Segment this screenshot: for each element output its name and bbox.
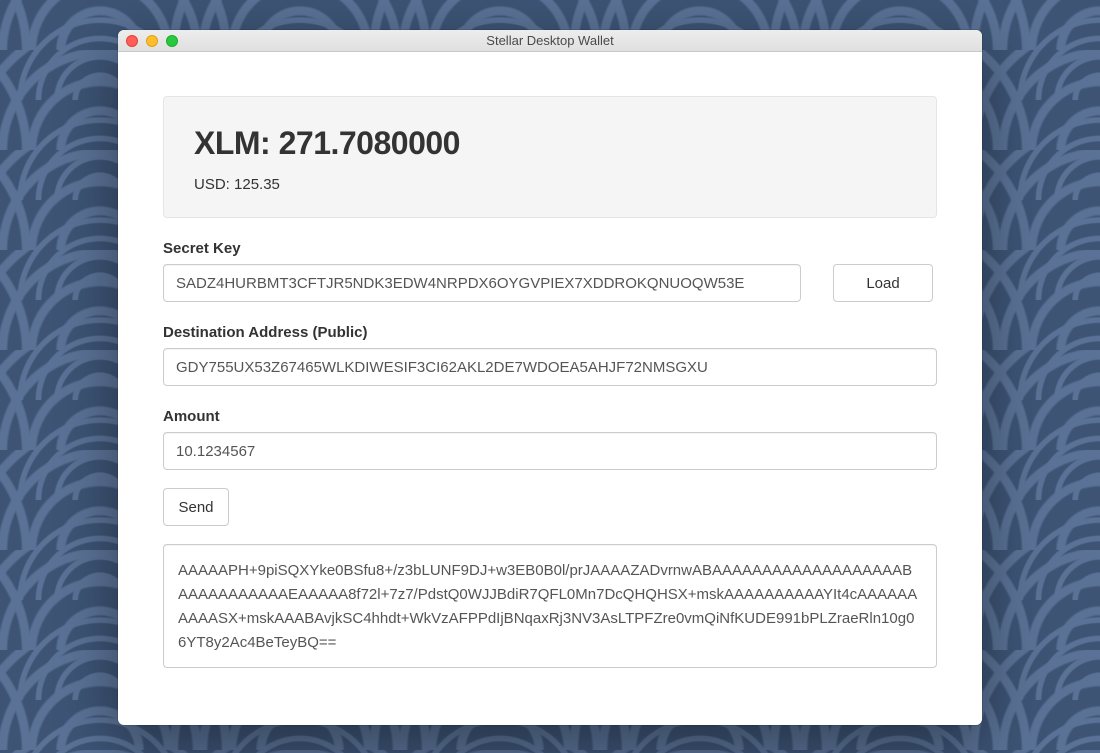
- secret-key-input[interactable]: [163, 264, 801, 302]
- amount-input[interactable]: [163, 432, 937, 470]
- amount-label: Amount: [163, 408, 937, 425]
- titlebar[interactable]: Stellar Desktop Wallet: [118, 30, 982, 52]
- destination-input[interactable]: [163, 348, 937, 386]
- load-button[interactable]: Load: [833, 264, 933, 302]
- content-area: XLM: 271.7080000 USD: 125.35 Secret Key …: [118, 96, 982, 668]
- balance-panel: XLM: 271.7080000 USD: 125.35: [163, 96, 937, 218]
- app-window: Stellar Desktop Wallet XLM: 271.7080000 …: [118, 30, 982, 725]
- send-button[interactable]: Send: [163, 488, 229, 526]
- balance-sub: USD: 125.35: [194, 176, 906, 193]
- destination-label: Destination Address (Public): [163, 324, 937, 341]
- traffic-lights: [126, 35, 178, 47]
- maximize-icon[interactable]: [166, 35, 178, 47]
- destination-group: Destination Address (Public): [163, 324, 937, 386]
- window-title: Stellar Desktop Wallet: [118, 33, 982, 48]
- minimize-icon[interactable]: [146, 35, 158, 47]
- transaction-output[interactable]: AAAAAPH+9piSQXYke0BSfu8+/z3bLUNF9DJ+w3EB…: [163, 544, 937, 668]
- secret-key-group: Secret Key Load: [163, 240, 937, 302]
- amount-group: Amount: [163, 408, 937, 470]
- balance-main: XLM: 271.7080000: [194, 125, 906, 162]
- close-icon[interactable]: [126, 35, 138, 47]
- secret-key-label: Secret Key: [163, 240, 937, 257]
